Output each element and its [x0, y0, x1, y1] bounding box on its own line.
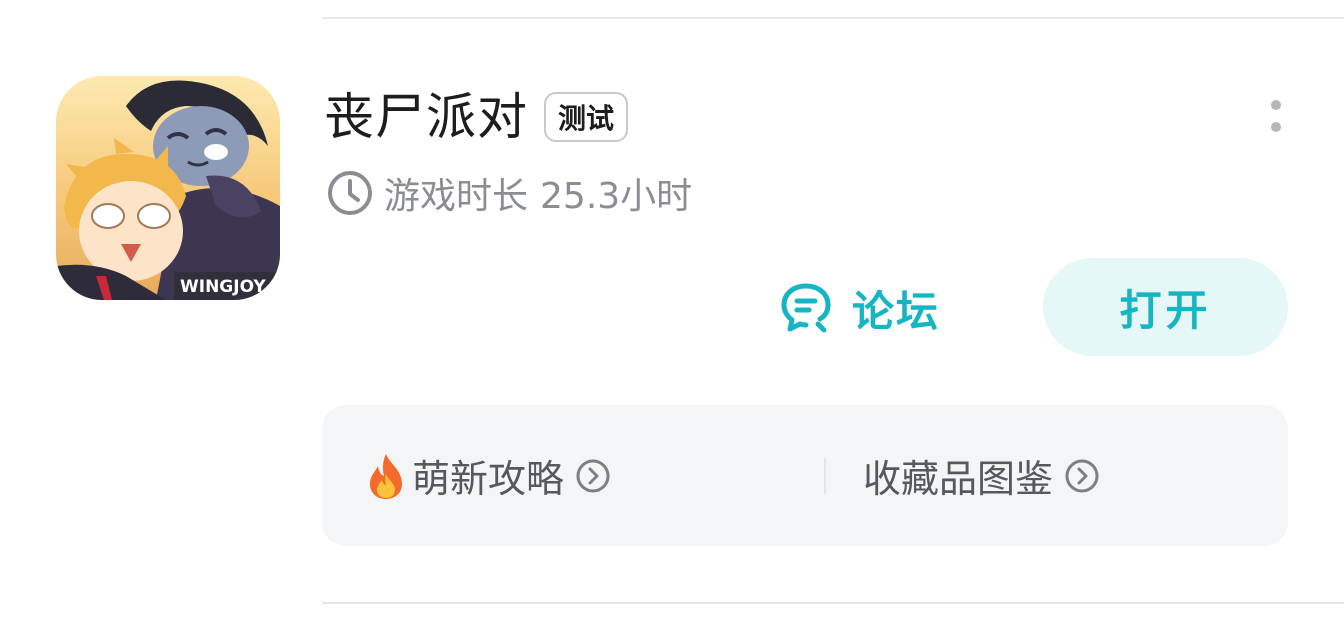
forum-button[interactable]: 论坛: [778, 268, 940, 348]
guide-links-panel: 萌新攻略 收藏品图鉴: [322, 405, 1288, 546]
game-title[interactable]: 丧尸派对: [324, 84, 528, 150]
bottom-divider: [322, 602, 1344, 604]
newbie-guide-label: 萌新攻略: [412, 457, 565, 501]
icon-watermark-text: WINGJOY: [180, 277, 266, 297]
game-app-icon[interactable]: WINGJOY: [56, 76, 280, 300]
more-options-icon[interactable]: [1262, 96, 1290, 140]
clock-icon: [328, 171, 372, 215]
more-dot: [1271, 100, 1281, 110]
guide-divider: [824, 458, 826, 494]
chevron-right-circle-icon: [576, 459, 610, 492]
forum-chat-icon: [781, 283, 831, 333]
fire-icon: [370, 453, 402, 499]
chevron-right-circle-icon: [1065, 459, 1099, 492]
open-button[interactable]: 打开: [1043, 258, 1288, 356]
newbie-guide-link[interactable]: 萌新攻略: [366, 405, 610, 546]
top-divider: [322, 17, 1344, 19]
more-dot: [1271, 122, 1281, 132]
collection-guide-link[interactable]: 收藏品图鉴: [863, 405, 1099, 546]
collection-guide-label: 收藏品图鉴: [863, 457, 1054, 501]
forum-label: 论坛: [852, 286, 941, 336]
title-row: 丧尸派对 测试: [324, 84, 629, 150]
playtime-value: 25.3小时: [540, 176, 693, 217]
playtime-label: 游戏时长: [384, 176, 529, 217]
playtime-row: 游戏时长 25.3小时: [326, 168, 692, 218]
status-badge: 测试: [544, 92, 629, 142]
